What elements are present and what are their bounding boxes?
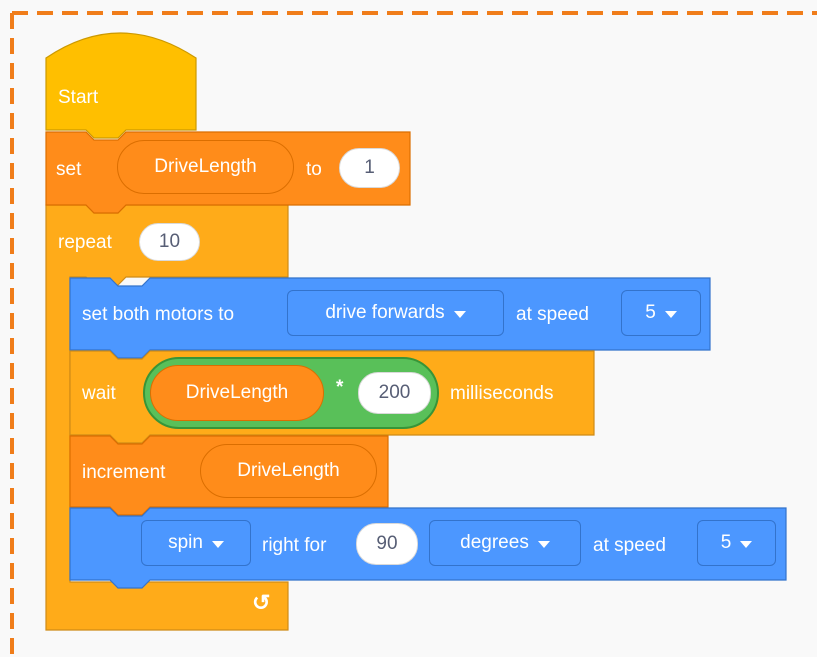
caret-down-icon — [740, 540, 753, 548]
direction-value: drive forwards — [325, 302, 445, 323]
motors-speed-value: 5 — [645, 302, 656, 323]
caret-down-icon — [211, 540, 224, 548]
spin-direction-label: right for — [262, 535, 327, 556]
start-label: Start — [58, 87, 99, 108]
spin-amount-input[interactable]: 90 — [356, 523, 418, 565]
set-value-input[interactable]: 1 — [339, 148, 400, 188]
set-label: set — [56, 159, 82, 180]
motors-speed-label: at speed — [516, 304, 589, 325]
increment-variable-dropdown[interactable]: DriveLength — [200, 444, 377, 498]
multiply-symbol: * — [336, 377, 344, 398]
spin-unit-dropdown[interactable]: degrees — [429, 520, 581, 566]
caret-down-icon — [664, 310, 677, 318]
repeat-label: repeat — [58, 232, 112, 253]
repeat-count: 10 — [158, 231, 181, 252]
spin-speed-label: at speed — [593, 535, 666, 556]
wait-variable-name: DriveLength — [185, 382, 289, 403]
spin-speed-value: 5 — [720, 532, 732, 553]
spin-dropdown[interactable]: spin — [141, 520, 251, 566]
spin-speed-dropdown[interactable]: 5 — [697, 520, 776, 566]
set-to-label: to — [306, 159, 322, 180]
start-hat-block-shape[interactable] — [45, 32, 197, 139]
repeat-count-input[interactable]: 10 — [139, 223, 200, 261]
caret-down-icon — [537, 540, 550, 548]
wait-operand-input[interactable]: 200 — [358, 372, 431, 414]
increment-variable-name: DriveLength — [237, 460, 340, 481]
set-variable-dropdown[interactable]: DriveLength — [117, 140, 294, 194]
caret-down-icon — [453, 310, 466, 318]
spin-amount: 90 — [376, 533, 398, 554]
loop-arrow-icon: ↺ — [252, 590, 271, 615]
wait-unit-label: milliseconds — [450, 383, 554, 404]
increment-label: increment — [82, 462, 166, 483]
direction-dropdown[interactable]: drive forwards — [287, 290, 504, 336]
wait-variable-reporter[interactable]: DriveLength — [150, 365, 324, 421]
spin-value: spin — [168, 532, 203, 553]
wait-label: wait — [82, 383, 116, 404]
motors-label: set both motors to — [82, 304, 235, 325]
wait-operand: 200 — [378, 382, 411, 403]
motors-speed-dropdown[interactable]: 5 — [621, 290, 701, 336]
spin-unit-value: degrees — [460, 532, 529, 553]
set-variable-name: DriveLength — [154, 156, 257, 177]
set-value: 1 — [364, 157, 375, 178]
